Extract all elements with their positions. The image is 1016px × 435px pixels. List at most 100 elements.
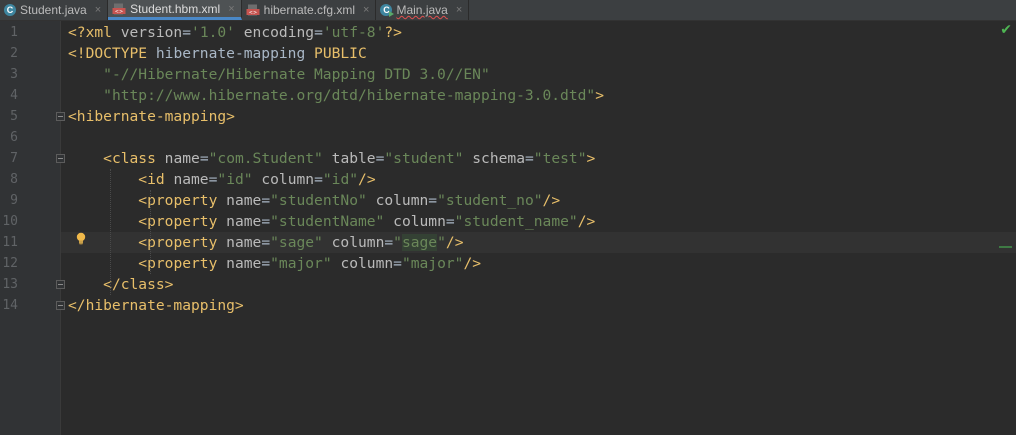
fold-toggle-icon[interactable] <box>56 301 65 310</box>
code-token: <class <box>103 150 165 167</box>
code-token: hibernate-mapping <box>155 45 315 62</box>
code-line[interactable] <box>61 127 1016 148</box>
code-line[interactable]: <property name="studentNo" column="stude… <box>61 190 1016 211</box>
code-token: </hibernate-mapping> <box>68 297 244 314</box>
code-token: name <box>226 213 262 230</box>
code-line[interactable]: <property name="studentName" column="stu… <box>61 211 1016 232</box>
fold-toggle-icon[interactable] <box>56 112 65 121</box>
tab-label: Main.java <box>396 3 448 17</box>
code-line[interactable]: <property name="sage" column="sage"/> <box>61 232 1016 253</box>
close-icon[interactable]: × <box>228 3 234 15</box>
code-token: <property <box>138 255 227 272</box>
code-token: = <box>261 255 271 272</box>
fold-toggle-icon[interactable] <box>56 154 65 163</box>
code-line[interactable]: "-//Hibernate/Hibernate Mapping DTD 3.0/… <box>61 64 1016 85</box>
line-number: 6 <box>10 130 18 145</box>
line-number: 3 <box>10 67 18 82</box>
line-number: 14 <box>2 298 18 313</box>
code-token: 'utf-8' <box>322 24 385 41</box>
code-token: = <box>428 192 438 209</box>
close-icon[interactable]: × <box>95 4 101 16</box>
code-line[interactable]: </hibernate-mapping> <box>61 295 1016 316</box>
code-token: name <box>226 192 262 209</box>
code-token: "major" <box>270 255 332 272</box>
code-token: encoding <box>243 24 315 41</box>
code-token: schema <box>472 150 525 167</box>
code-token: = <box>393 255 402 272</box>
code-text: <property name="sage" column="sage"/> <box>68 232 463 253</box>
java-class-icon: C <box>4 4 16 16</box>
code-token: name <box>164 150 200 167</box>
code-token: = <box>199 150 209 167</box>
code-token: "-//Hibernate/Hibernate Mapping DTD 3.0/… <box>103 66 490 83</box>
code-text: <property name="studentName" column="stu… <box>68 211 595 232</box>
code-text: <hibernate-mapping> <box>68 106 235 127</box>
code-token: "studentNo" <box>270 192 367 209</box>
code-token: "sage" <box>270 234 323 251</box>
code-token: sage <box>401 234 438 251</box>
code-text: "http://www.hibernate.org/dtd/hibernate-… <box>68 85 604 106</box>
code-token: = <box>261 192 271 209</box>
code-line[interactable]: <id name="id" column="id"/> <box>61 169 1016 190</box>
code-token: column <box>261 171 315 188</box>
check-icon: ✔ <box>1000 22 1012 38</box>
code-text: </hibernate-mapping> <box>68 295 244 316</box>
code-token: column <box>375 192 429 209</box>
tab-student-hbm-xml[interactable]: <> Student.hbm.xml × <box>108 0 242 20</box>
code-token: "http://www.hibernate.org/dtd/hibernate-… <box>103 87 596 104</box>
code-token: = <box>445 213 455 230</box>
code-line[interactable]: <?xml version='1.0' encoding='utf-8'?> <box>61 22 1016 43</box>
code-token: "test" <box>533 150 587 167</box>
code-text: <?xml version='1.0' encoding='utf-8'?> <box>68 22 402 43</box>
line-number: 9 <box>10 193 18 208</box>
code-token: name <box>226 255 262 272</box>
tab-label: hibernate.cfg.xml <box>263 3 356 17</box>
tab-hibernate-cfg-xml[interactable]: <> hibernate.cfg.xml × <box>242 0 377 20</box>
code-text: <property name="major" column="major"/> <box>68 253 481 274</box>
code-token: column <box>331 234 385 251</box>
line-number: 12 <box>2 256 18 271</box>
line-number: 4 <box>10 88 18 103</box>
tab-student-java[interactable]: C Student.java × <box>0 0 109 20</box>
fold-toggle-icon[interactable] <box>56 280 65 289</box>
code-line[interactable]: "http://www.hibernate.org/dtd/hibernate-… <box>61 85 1016 106</box>
code-line[interactable]: <property name="major" column="major"/> <box>61 253 1016 274</box>
code-text: </class> <box>68 274 173 295</box>
lightbulb-icon[interactable] <box>76 232 86 245</box>
code-token: > <box>586 150 596 167</box>
close-icon[interactable]: × <box>456 4 462 16</box>
tab-label: Student.hbm.xml <box>130 1 221 16</box>
code-token: "id" <box>322 171 359 188</box>
code-line[interactable]: <!DOCTYPE hibernate-mapping PUBLIC <box>61 43 1016 64</box>
code-line[interactable]: </class> <box>61 274 1016 295</box>
code-token: <id <box>138 171 174 188</box>
code-line[interactable]: <hibernate-mapping> <box>61 106 1016 127</box>
scrollbar-marker[interactable] <box>999 246 1012 248</box>
code-token: " <box>393 234 402 251</box>
tab-main-java[interactable]: C Main.java × <box>376 0 470 20</box>
code-token: <property <box>138 192 227 209</box>
code-token: > <box>595 87 604 104</box>
code-token: "major" <box>401 255 464 272</box>
tab-label: Student.java <box>20 3 87 17</box>
line-number: 8 <box>10 172 18 187</box>
close-icon[interactable]: × <box>363 4 369 16</box>
code-editor[interactable]: <?xml version='1.0' encoding='utf-8'?> <!… <box>61 21 1016 435</box>
code-text: <!DOCTYPE hibernate-mapping PUBLIC <box>68 43 367 64</box>
line-number: 2 <box>10 46 18 61</box>
code-token: '1.0' <box>191 24 235 41</box>
xml-file-icon: <> <box>246 4 260 16</box>
code-text: "-//Hibernate/Hibernate Mapping DTD 3.0/… <box>68 64 490 85</box>
code-line[interactable]: <class name="com.Student" table="student… <box>61 148 1016 169</box>
code-token: <hibernate-mapping> <box>68 108 235 125</box>
svg-text:<>: <> <box>115 9 123 15</box>
